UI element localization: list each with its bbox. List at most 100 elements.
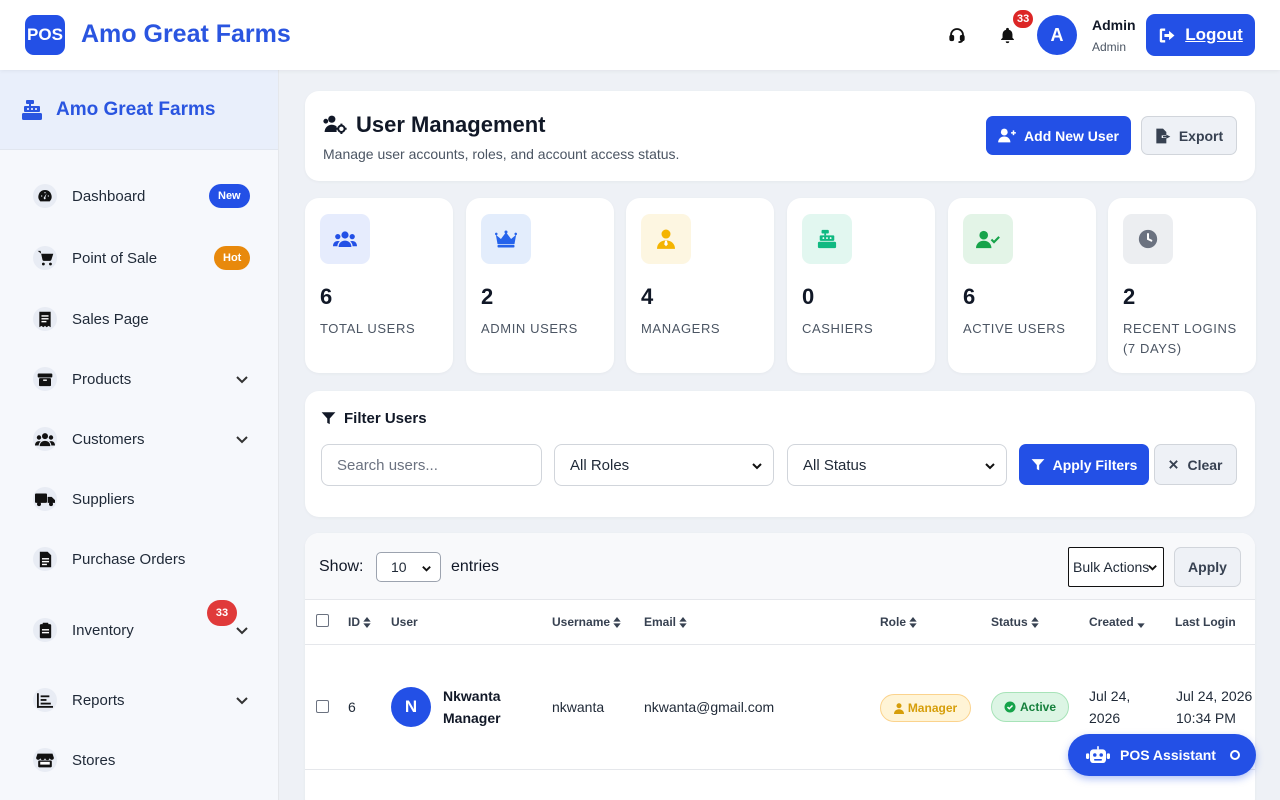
notification-badge: 33 xyxy=(1013,10,1034,28)
filter-icon xyxy=(1031,458,1045,470)
column-header-role[interactable]: Role xyxy=(880,615,917,629)
stat-card-cashiers: 0 CASHIERS xyxy=(787,198,935,373)
pos-assistant-button[interactable]: POS Assistant xyxy=(1068,734,1256,776)
gauge-icon xyxy=(33,184,57,208)
row-username: nkwanta xyxy=(552,699,605,715)
clock-icon xyxy=(1123,214,1173,264)
stat-card-recent-logins: 2 RECENT LOGINS (7 DAYS) xyxy=(1108,198,1256,373)
chevron-down-icon[interactable] xyxy=(234,692,250,708)
sidebar-item-suppliers[interactable]: Suppliers xyxy=(0,477,279,521)
row-checkbox[interactable] xyxy=(316,700,329,713)
chevron-down-icon xyxy=(985,463,995,470)
app-logo[interactable]: POS xyxy=(25,15,65,55)
user-plus-icon xyxy=(998,128,1016,143)
users-icon xyxy=(33,427,57,451)
logout-icon xyxy=(1159,28,1175,42)
row-last-login: Jul 24, 2026 10:34 PM xyxy=(1176,688,1253,726)
bulk-apply-button[interactable]: Apply xyxy=(1174,547,1241,587)
column-header-email[interactable]: Email xyxy=(644,615,687,629)
search-users-input[interactable]: Search users... xyxy=(321,444,542,486)
sidebar-brand[interactable]: Amo Great Farms xyxy=(0,70,278,150)
clipboard-icon xyxy=(33,618,57,642)
column-header-id[interactable]: ID xyxy=(348,615,371,629)
sidebar-item-point-of-sale[interactable]: Point of Sale Hot xyxy=(0,236,279,280)
sidebar-item-label: Suppliers xyxy=(72,490,135,508)
column-header-created[interactable]: Created xyxy=(1089,615,1145,629)
entries-select[interactable]: 10 xyxy=(376,552,441,582)
chart-icon xyxy=(33,688,57,712)
app-title[interactable]: Amo Great Farms xyxy=(81,20,291,49)
chevron-down-icon[interactable] xyxy=(234,622,250,638)
row-avatar: N xyxy=(391,687,431,727)
filter-title: Filter Users xyxy=(344,410,427,427)
stat-value: 2 xyxy=(1123,284,1136,309)
box-icon xyxy=(33,367,57,391)
sidebar-item-customers[interactable]: Customers xyxy=(0,417,279,461)
user-avatar[interactable]: A xyxy=(1037,15,1077,55)
page-header: User Management Manage user accounts, ro… xyxy=(305,91,1255,181)
sort-desc-icon xyxy=(1137,622,1145,628)
divider xyxy=(305,644,1255,645)
bulk-actions-value: Bulk Actions xyxy=(1073,559,1150,575)
add-new-user-label: Add New User xyxy=(1024,127,1119,144)
sidebar-item-reports[interactable]: Reports xyxy=(0,678,279,722)
file-export-icon xyxy=(1156,128,1171,143)
sort-icon xyxy=(679,616,687,628)
export-button[interactable]: Export xyxy=(1141,116,1237,155)
sidebar-item-inventory[interactable]: Inventory 33 xyxy=(0,600,279,652)
chevron-down-icon xyxy=(422,566,431,572)
stat-value: 4 xyxy=(641,284,654,309)
page-title: User Management xyxy=(356,112,546,137)
filter-panel: Filter Users Search users... All Roles A… xyxy=(305,391,1255,517)
sidebar-item-label: Dashboard xyxy=(72,187,146,205)
logout-button[interactable]: Logout xyxy=(1146,14,1255,56)
sidebar: Amo Great Farms Dashboard New Point of S… xyxy=(0,70,279,800)
manager-icon xyxy=(641,214,691,264)
user-check-icon xyxy=(963,214,1013,264)
export-label: Export xyxy=(1178,127,1224,144)
status-select[interactable]: All Status xyxy=(787,444,1007,486)
clear-button[interactable]: Clear xyxy=(1154,444,1237,485)
role-select[interactable]: All Roles xyxy=(554,444,774,486)
sort-icon xyxy=(363,616,371,628)
role-select-value: All Roles xyxy=(570,456,630,474)
sidebar-item-sales-page[interactable]: Sales Page xyxy=(0,297,279,341)
column-header-last-login: Last Login xyxy=(1175,615,1236,629)
sort-icon xyxy=(1031,616,1039,628)
document-icon xyxy=(33,547,57,571)
column-header-status[interactable]: Status xyxy=(991,615,1039,629)
apply-filters-label: Apply Filters xyxy=(1052,456,1138,473)
sidebar-item-dashboard[interactable]: Dashboard New xyxy=(0,174,279,218)
row-id: 6 xyxy=(348,699,356,715)
sidebar-item-label: Purchase Orders xyxy=(72,550,186,568)
stat-label: TOTAL USERS xyxy=(320,321,416,336)
entries-label: entries xyxy=(451,558,500,575)
page-subtitle: Manage user accounts, roles, and account… xyxy=(323,146,680,162)
role-badge: Manager xyxy=(880,694,971,722)
sidebar-item-label: Stores xyxy=(72,751,116,769)
column-header-username[interactable]: Username xyxy=(552,615,621,629)
sidebar-brand-name: Amo Great Farms xyxy=(56,98,216,120)
chevron-down-icon[interactable] xyxy=(234,371,250,387)
bulk-actions-select[interactable]: Bulk Actions xyxy=(1068,547,1164,587)
chevron-down-icon xyxy=(1148,565,1157,571)
pos-assistant-label: POS Assistant xyxy=(1120,747,1216,763)
add-new-user-button[interactable]: Add New User xyxy=(986,116,1131,155)
sidebar-item-label: Point of Sale xyxy=(72,249,158,267)
bell-icon[interactable] xyxy=(996,24,1018,46)
sidebar-item-purchase-orders[interactable]: Purchase Orders xyxy=(0,537,279,581)
sidebar-item-stores[interactable]: Stores xyxy=(0,738,279,782)
crown-icon xyxy=(481,214,531,264)
chevron-down-icon[interactable] xyxy=(234,431,250,447)
apply-filters-button[interactable]: Apply Filters xyxy=(1019,444,1149,485)
headset-icon[interactable] xyxy=(946,24,968,46)
status-badge: Active xyxy=(991,692,1069,722)
row-user-name[interactable]: Nkwanta Manager xyxy=(443,685,501,729)
new-badge: New xyxy=(209,184,250,208)
stat-card-active-users: 6 ACTIVE USERS xyxy=(948,198,1096,373)
cash-register-icon xyxy=(802,214,852,264)
receipt-icon xyxy=(33,307,57,331)
sidebar-item-products[interactable]: Products xyxy=(0,357,279,401)
select-all-checkbox[interactable] xyxy=(316,614,329,627)
manager-icon xyxy=(893,702,904,714)
